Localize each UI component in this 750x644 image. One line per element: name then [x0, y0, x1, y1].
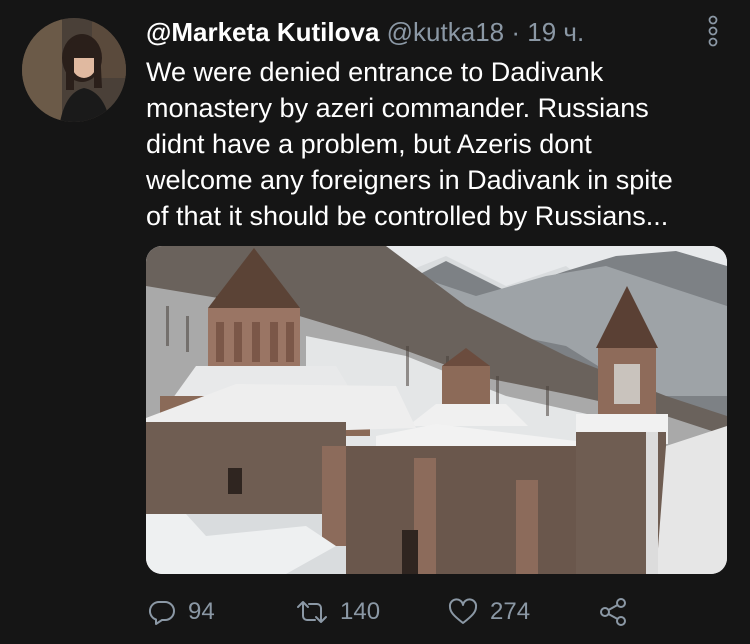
retweet-count: 140	[340, 598, 381, 625]
separator: ·	[511, 17, 521, 47]
tweet-header: @Marketa Kutilova @kutka18 · 19 ч.	[146, 16, 700, 48]
avatar-photo	[22, 18, 126, 122]
reply-icon	[148, 600, 175, 625]
avatar[interactable]	[22, 18, 126, 122]
monastery-photo	[146, 246, 727, 574]
heart-icon	[448, 598, 478, 624]
reply-button[interactable]: 94	[148, 590, 215, 634]
reply-count: 94	[188, 598, 215, 625]
timestamp[interactable]: 19 ч.	[527, 17, 584, 47]
tweet-text-line: of that it should be controlled by Russi…	[146, 201, 669, 231]
more-vertical-icon[interactable]	[704, 15, 722, 47]
share-button[interactable]	[598, 590, 640, 634]
tweet-actions: 94 140 274	[146, 590, 646, 634]
tweet-text-line: monastery by azeri commander. Russians	[146, 93, 649, 123]
tweet-text-line: welcome any foreigners in Dadivank in sp…	[146, 165, 673, 195]
retweet-icon	[297, 601, 327, 623]
like-button[interactable]: 274	[448, 590, 530, 634]
user-handle[interactable]: @kutka18	[387, 17, 504, 47]
share-icon	[600, 598, 626, 626]
like-count: 274	[490, 598, 531, 625]
tweet-photo[interactable]	[146, 246, 727, 574]
tweet-text-line: didnt have a problem, but Azeris dont	[146, 129, 592, 159]
tweet-text: We were denied entrance to Dadivank mona…	[146, 54, 726, 234]
tweet-text-line: We were denied entrance to Dadivank	[146, 57, 604, 87]
display-name[interactable]: @Marketa Kutilova	[146, 17, 379, 47]
retweet-button[interactable]: 140	[296, 590, 380, 634]
